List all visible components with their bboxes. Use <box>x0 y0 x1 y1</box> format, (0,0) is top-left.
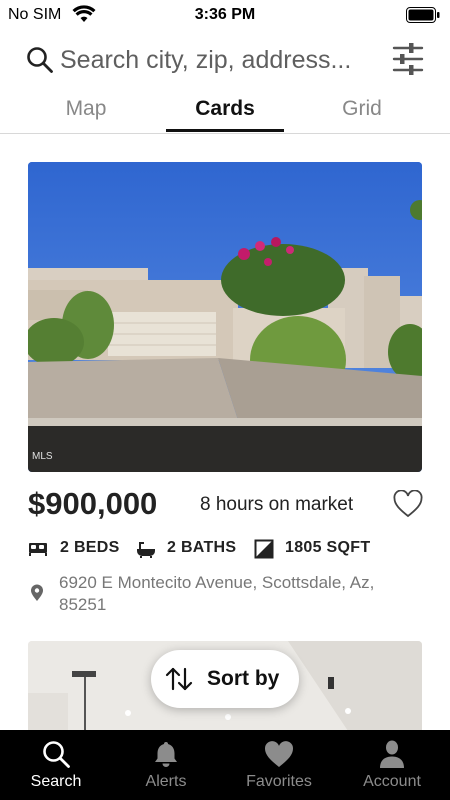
search-icon <box>27 47 53 73</box>
tabbar-account[interactable]: Account <box>336 730 448 800</box>
tab-cards[interactable]: Cards <box>165 92 285 134</box>
view-tabs: Map Cards Grid <box>0 92 450 134</box>
bottom-tab-bar: Search Alerts Favorites Account <box>0 730 450 800</box>
person-icon <box>380 740 404 768</box>
clock: 3:36 PM <box>194 6 256 23</box>
baths-count: 2 BATHS <box>167 539 237 556</box>
location-pin-icon <box>31 584 43 601</box>
favorite-heart-icon[interactable] <box>393 490 423 518</box>
tabbar-favorites[interactable]: Favorites <box>223 730 335 800</box>
heart-icon <box>264 741 294 767</box>
house-photo-illustration <box>28 162 422 472</box>
status-bar: No SIM 3:36 PM <box>0 0 450 30</box>
sort-by-button[interactable]: Sort by <box>151 650 299 708</box>
beds-count: 2 BEDS <box>60 539 120 556</box>
search-input[interactable] <box>60 42 380 78</box>
time-on-market: 8 hours on market <box>200 494 354 515</box>
tabbar-label-alerts: Alerts <box>145 773 187 790</box>
active-tab-indicator <box>166 129 284 132</box>
tabbar-alerts[interactable]: Alerts <box>110 730 222 800</box>
search-icon <box>43 741 70 768</box>
listing-price: $900,000 <box>28 486 158 521</box>
area-icon <box>254 539 274 559</box>
tabbar-label-search: Search <box>30 773 82 790</box>
photo-credit: MLS <box>32 451 53 462</box>
listing-facts: 2 BEDS 2 BATHS 1805 SQFT <box>28 537 428 561</box>
battery-icon <box>406 7 440 23</box>
sort-by-label: Sort by <box>207 667 280 690</box>
tab-map[interactable]: Map <box>26 92 146 134</box>
tabbar-search[interactable]: Search <box>0 730 112 800</box>
sort-arrows-icon <box>165 667 193 691</box>
bed-icon <box>29 543 47 556</box>
sqft-value: 1805 SQFT <box>285 539 371 556</box>
bell-icon <box>155 742 177 767</box>
tab-grid[interactable]: Grid <box>302 92 422 134</box>
bathtub-icon <box>137 542 155 558</box>
listing-photo[interactable]: MLS <box>28 162 422 472</box>
listing-address[interactable]: 6920 E Montecito Avenue, Scottsdale, Az,… <box>59 572 419 616</box>
filter-sliders-icon[interactable] <box>392 42 424 76</box>
tabbar-label-favorites: Favorites <box>246 773 312 790</box>
tabbar-label-account: Account <box>363 773 421 790</box>
search-bar <box>0 38 450 84</box>
